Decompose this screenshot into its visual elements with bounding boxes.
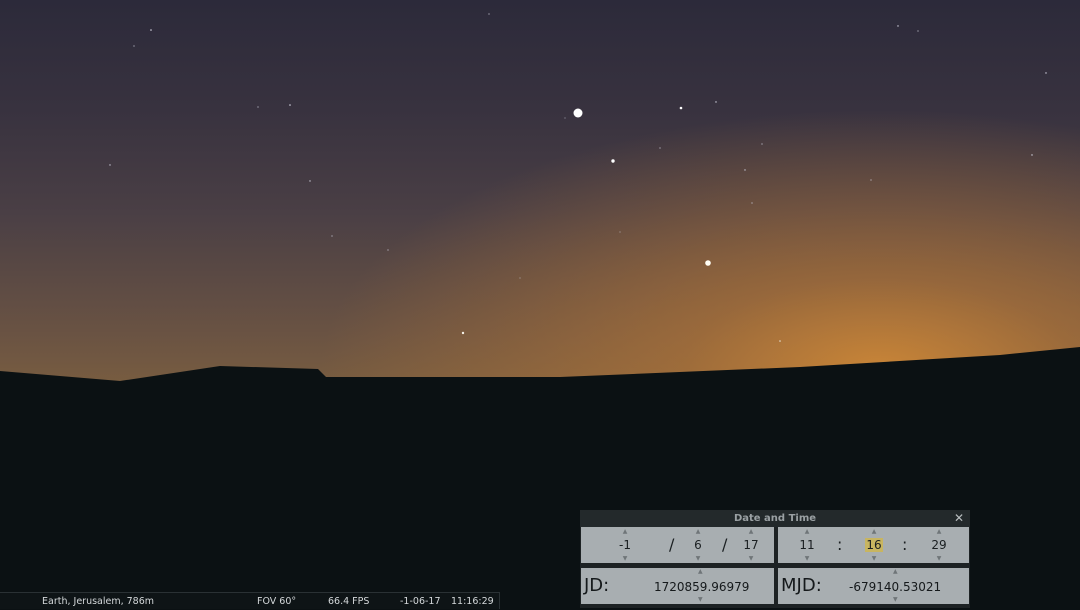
time-panel: ▲ 11 ▼ : ▲ 16 ▼ : ▲ 29 ▼: [778, 527, 969, 563]
jd-label: JD:: [584, 575, 610, 596]
spinner-down-icon[interactable]: ▼: [605, 555, 645, 562]
date-panel: ▲ -1 ▼ / ▲ 6 ▼ / ▲ 17 ▼: [581, 527, 774, 563]
spinner-down-icon[interactable]: ▼: [919, 555, 959, 562]
minute-value[interactable]: 16: [854, 538, 894, 552]
mjd-value[interactable]: -679140.53021: [849, 580, 941, 594]
spinner-down-icon[interactable]: ▼: [731, 555, 771, 562]
day-spinner[interactable]: ▲ 17 ▼: [731, 527, 771, 563]
spinner-down-icon[interactable]: ▼: [698, 596, 703, 603]
hour-spinner[interactable]: ▲ 11 ▼: [787, 527, 827, 563]
close-icon[interactable]: ✕: [952, 511, 966, 525]
year-value[interactable]: -1: [605, 538, 645, 552]
spinner-up-icon[interactable]: ▲: [893, 568, 898, 575]
date-separator: /: [722, 535, 728, 554]
month-spinner[interactable]: ▲ 6 ▼: [678, 527, 718, 563]
time-separator: :: [902, 535, 908, 554]
year-spinner[interactable]: ▲ -1 ▼: [605, 527, 645, 563]
minute-value-text[interactable]: 16: [865, 538, 883, 552]
spinner-up-icon[interactable]: ▲: [678, 528, 718, 535]
spinner-down-icon[interactable]: ▼: [854, 555, 894, 562]
time-separator: :: [837, 535, 843, 554]
spinner-up-icon[interactable]: ▲: [605, 528, 645, 535]
spinner-down-icon[interactable]: ▼: [678, 555, 718, 562]
minute-spinner[interactable]: ▲ 16 ▼: [854, 527, 894, 563]
month-value[interactable]: 6: [678, 538, 718, 552]
second-spinner[interactable]: ▲ 29 ▼: [919, 527, 959, 563]
mjd-label: MJD:: [781, 575, 822, 596]
second-value[interactable]: 29: [919, 538, 959, 552]
spinner-down-icon[interactable]: ▼: [787, 555, 827, 562]
date-time-dialog[interactable]: Date and Time ✕ ▲ -1 ▼ / ▲ 6 ▼ / ▲ 17 ▼ …: [580, 510, 970, 608]
spinner-up-icon[interactable]: ▲: [787, 528, 827, 535]
jd-panel: JD: ▲ 1720859.96979 ▼: [581, 568, 774, 604]
jd-value[interactable]: 1720859.96979: [654, 580, 749, 594]
dialog-title: Date and Time: [733, 513, 817, 524]
dialog-titlebar[interactable]: Date and Time ✕: [580, 510, 970, 527]
mjd-panel: MJD: ▲ -679140.53021 ▼: [778, 568, 969, 604]
spinner-up-icon[interactable]: ▲: [698, 568, 703, 575]
spinner-down-icon[interactable]: ▼: [893, 596, 898, 603]
spinner-up-icon[interactable]: ▲: [731, 528, 771, 535]
spinner-up-icon[interactable]: ▲: [854, 528, 894, 535]
hour-value[interactable]: 11: [787, 538, 827, 552]
spinner-up-icon[interactable]: ▲: [919, 528, 959, 535]
date-separator: /: [669, 535, 675, 554]
day-value[interactable]: 17: [731, 538, 771, 552]
status-bar: Earth, Jerusalem, 786m FOV 60° 66.4 FPS …: [0, 592, 500, 609]
